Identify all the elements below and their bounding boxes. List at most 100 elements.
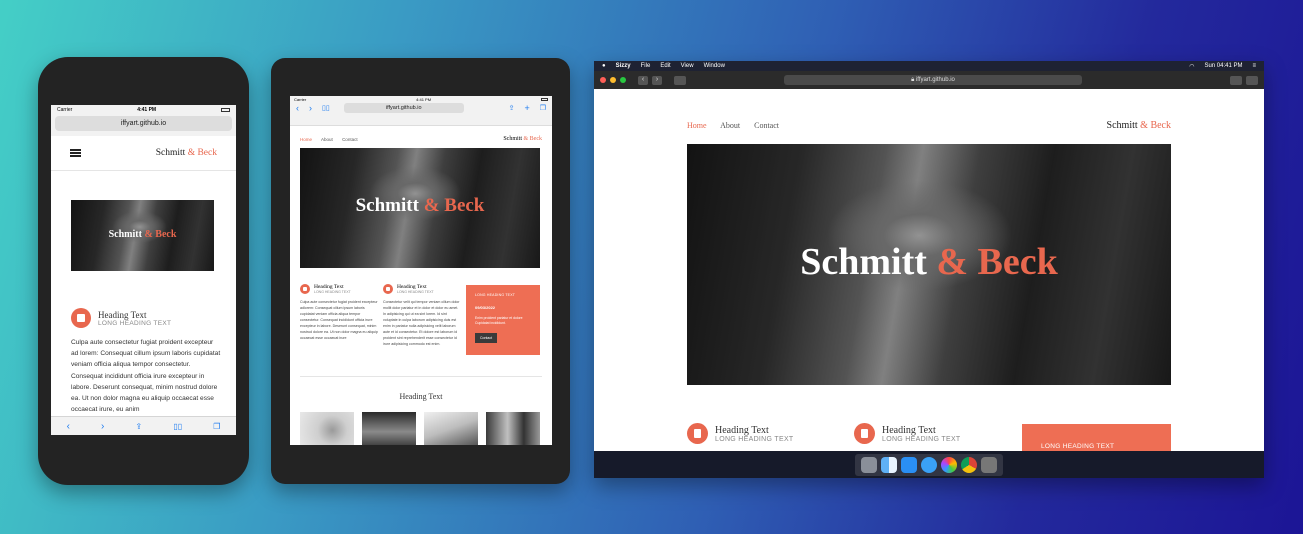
finder-icon[interactable] [881,456,897,473]
gallery-thumb-1[interactable] [300,412,354,445]
card-contact-button[interactable]: Contact [475,333,498,343]
heading-subtitle: LONG HEADING TEXT [715,435,794,443]
hero-title: Schmitt & Beck [108,229,177,240]
body-text: Culpa aute consectetur fugiat proident e… [71,339,221,414]
battery-icon [540,98,548,101]
chrome-icon[interactable] [961,456,977,473]
heading-subtitle: LONG HEADING TEXT [98,319,172,327]
launchpad-icon[interactable] [861,456,877,473]
status-time: 4:41 PM [137,106,157,113]
bookmarks-icon[interactable]: ▯▯ [322,104,330,112]
heading-subtitle: LONG HEADING TEXT [397,290,434,294]
tablet-nav: Home About Contact Schmitt & Beck [300,136,542,142]
heading-subtitle: LONG HEADING TEXT [882,435,961,443]
brand-logo[interactable]: Schmitt & Beck [503,136,542,142]
bookmarks-icon[interactable]: ▯▯ [173,422,182,431]
hero-title: Schmitt & Beck [800,241,1058,283]
brand-logo[interactable]: Schmitt & Beck [156,148,217,158]
forward-icon[interactable]: › [101,421,104,432]
hero-image: Schmitt & Beck [300,148,540,268]
mac-screen: ● Sizzy File Edit View Window ◠ Sun 04:4… [594,61,1264,478]
hero-image: Schmitt & Beck [687,144,1171,385]
hero-image: Schmitt & Beck [71,200,214,271]
system-preferences-icon[interactable] [981,456,997,473]
nav-contact[interactable]: Contact [342,137,358,142]
menu-list-icon[interactable]: ≡ [1252,63,1256,69]
section-heading: Heading Text [399,392,443,401]
close-button[interactable] [600,77,606,83]
hero-title: Schmitt & Beck [355,195,485,216]
card-date: 09/03/2022 [475,305,496,310]
minimize-button[interactable] [610,77,616,83]
menubar-clock: Sun 04:41 PM [1204,63,1243,69]
forward-icon[interactable]: › [309,103,312,113]
card-text: Enim proident pariatur et dolore Cupidat… [475,316,523,325]
dock [594,451,1264,478]
column-text: Culpa aute consectetur fugiat proident e… [300,300,378,340]
book-icon [300,284,310,294]
back-icon[interactable]: ‹ [638,75,648,85]
heading-title: Heading Text [715,424,769,436]
book-icon [383,284,393,294]
menu-file[interactable]: File [641,63,651,69]
safari-icon[interactable] [921,456,937,473]
phone-screen: Carrier 4:41 PM iffyart.github.io Schmit… [51,105,236,435]
feature-heading-1: Heading Text LONG HEADING TEXT [687,423,793,444]
address-bar[interactable]: 🔒︎ iffyart.github.io [784,75,1082,85]
address-bar[interactable]: iffyart.github.io [55,116,232,131]
zoom-button[interactable] [620,77,626,83]
brand-logo[interactable]: Schmitt & Beck [1107,120,1171,131]
menu-view[interactable]: View [681,63,694,69]
menu-window[interactable]: Window [704,63,725,69]
phone-device: Carrier 4:41 PM iffyart.github.io Schmit… [38,57,249,485]
feature-heading: Heading Text LONG HEADING TEXT [71,308,171,328]
wifi-icon[interactable]: ◠ [1189,63,1194,70]
gallery-thumb-3[interactable] [424,412,478,445]
forward-icon[interactable]: › [652,75,662,85]
app-store-icon[interactable] [901,456,917,473]
menu-app-name[interactable]: Sizzy [616,63,631,69]
nav-home[interactable]: Home [300,137,312,142]
site-header: Schmitt & Beck [51,136,236,171]
tablet-screen: Carrier 4:41 PM ‹ › ▯▯ iffyart.github.io… [290,96,552,445]
book-icon [71,308,91,328]
card-label: LONG HEADING TEXT [475,293,516,297]
gallery-thumb-2[interactable] [362,412,416,445]
phone-toolbar: ‹ › ⇪ ▯▯ ❐ [51,416,236,435]
divider [300,376,542,377]
share-icon[interactable]: ⇪ [509,104,515,112]
address-bar[interactable]: iffyart.github.io [343,103,464,113]
heading-title: Heading Text [98,309,147,320]
sidebar-icon[interactable] [674,75,686,85]
contact-card: LONG HEADING TEXT 09/03/2022 Enim proide… [466,285,540,355]
nav-home[interactable]: Home [687,121,707,130]
tabs-icon[interactable]: ❐ [213,422,220,431]
back-icon[interactable]: ‹ [67,421,70,432]
heading-subtitle: LONG HEADING TEXT [314,290,351,294]
photos-icon[interactable] [941,456,957,473]
column-text: Consectetur velit qui tempor veniam cill… [383,300,460,346]
nav-contact[interactable]: Contact [754,121,779,130]
nav-about[interactable]: About [720,121,740,130]
gallery-thumb-4[interactable] [486,412,540,445]
tablet-carrier: Carrier [294,97,307,102]
lock-icon: 🔒︎ [911,77,915,83]
menu-edit[interactable]: Edit [660,63,670,69]
tabs-icon[interactable]: ❐ [540,104,546,112]
nav-about[interactable]: About [321,137,333,142]
tabs-icon[interactable] [1246,75,1258,85]
site-nav: Home About Contact Schmitt & Beck [687,120,1171,131]
carrier-label: Carrier [57,106,73,113]
book-icon [687,423,708,444]
share-icon[interactable]: ⇪ [136,422,143,431]
book-icon [854,423,875,444]
tablet-browser-bar: Carrier 4:41 PM ‹ › ▯▯ iffyart.github.io… [290,96,552,126]
plus-icon[interactable]: + [524,103,529,113]
feature-column-1: Heading Text LONG HEADING TEXT Culpa aut… [300,284,378,341]
phone-status-bar: Carrier 4:41 PM [51,105,236,114]
back-icon[interactable]: ‹ [296,103,299,113]
hamburger-icon[interactable] [70,149,81,157]
share-icon[interactable] [1230,75,1242,85]
apple-icon[interactable]: ● [602,63,606,69]
tablet-time: 4:41 PM [416,97,432,102]
